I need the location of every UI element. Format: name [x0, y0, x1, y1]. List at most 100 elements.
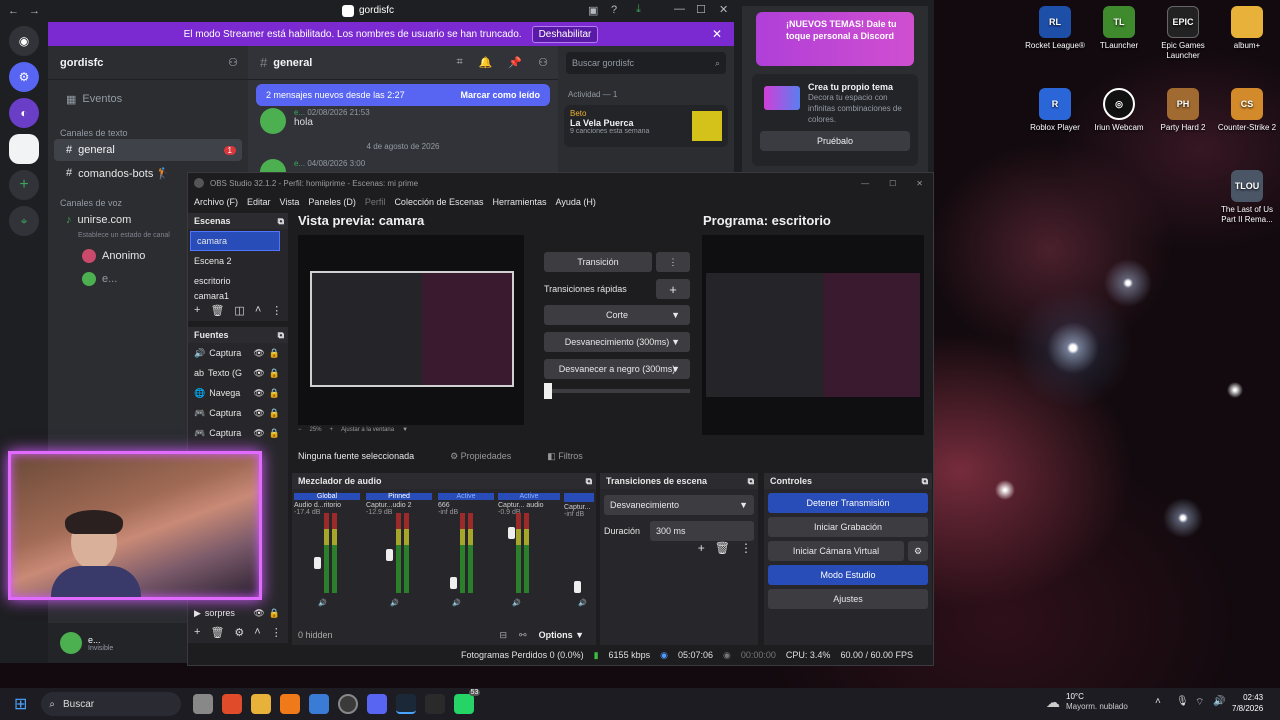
events-item[interactable]: ▦ Eventos — [54, 88, 242, 110]
stop-streaming-button[interactable]: Detener Transmisión — [768, 493, 928, 513]
server-icon-gordisfc[interactable] — [9, 134, 39, 164]
t-bar[interactable] — [544, 389, 690, 393]
t-bar-handle[interactable] — [544, 383, 552, 399]
zoom-in-icon[interactable]: + — [330, 427, 334, 433]
desktop-icon-last-of-us[interactable]: TLOU The Last of Us Part II Rema... — [1216, 170, 1278, 225]
close-icon[interactable]: ✕ — [916, 179, 923, 188]
discord-icon[interactable] — [367, 694, 388, 714]
forward-arrow-icon[interactable]: → — [29, 5, 40, 17]
download-icon[interactable]: ⤓ — [636, 3, 641, 16]
wifi-icon[interactable]: ⌔ — [1195, 696, 1204, 709]
try-theme-button[interactable]: Pruébalo — [760, 131, 910, 151]
filters-button[interactable]: ◧ Filtros — [547, 451, 583, 462]
transition-button[interactable]: Transición — [544, 252, 652, 272]
start-recording-button[interactable]: Iniciar Grabación — [768, 517, 928, 537]
brave-icon[interactable] — [222, 694, 243, 714]
back-arrow-icon[interactable]: ← — [8, 5, 19, 17]
close-icon[interactable]: ✕ — [719, 3, 728, 16]
lock-icon[interactable]: 🔒 — [269, 608, 280, 619]
volume-slider[interactable] — [508, 527, 515, 539]
eye-icon[interactable]: 👁 — [253, 348, 264, 359]
lock-icon[interactable]: 🔒 — [269, 348, 280, 359]
source-item[interactable]: ▶ sorpres 👁 🔒 — [188, 603, 288, 623]
weather-widget[interactable]: ☁ 10°C Mayorm. nublado — [1046, 692, 1128, 712]
trash-icon[interactable]: 🗑 — [210, 304, 224, 317]
lock-icon[interactable]: 🔒 — [269, 368, 280, 379]
add-icon[interactable]: + — [194, 626, 200, 638]
undock-icon[interactable]: ⧉ — [586, 476, 592, 487]
menu-perfil[interactable]: Perfil — [365, 197, 386, 207]
speaker-icon[interactable]: 🔊 — [578, 599, 587, 607]
properties-button[interactable]: ⚙ Propiedades — [450, 451, 511, 462]
scene-item[interactable]: camara1 — [188, 291, 288, 301]
link-icon[interactable]: ⚯ — [519, 630, 527, 641]
text-category[interactable]: Canales de texto — [48, 128, 248, 138]
server-icon-1[interactable]: ⚙ — [9, 62, 39, 92]
menu-ayuda[interactable]: Ayuda (H) — [556, 197, 596, 207]
eye-icon[interactable]: 👁 — [253, 388, 264, 399]
desktop-icon-epic-games[interactable]: EPIC Epic Games Launcher — [1152, 6, 1214, 61]
zoom-out-icon[interactable]: − — [298, 427, 302, 433]
activity-card[interactable]: Beto La Vela Puerca 9 canciones esta sem… — [564, 105, 728, 147]
desktop-icon-party-hard[interactable]: PH Party Hard 2 — [1152, 88, 1214, 133]
inbox-icon[interactable]: ▣ — [588, 4, 598, 17]
scene-item[interactable]: Escena 2 — [188, 251, 288, 271]
filter-icon[interactable]: ◫ — [234, 304, 244, 317]
speaker-icon[interactable]: 🔊 — [512, 599, 521, 607]
duration-stepper[interactable]: 300 ms — [650, 521, 755, 541]
store-icon[interactable] — [309, 694, 330, 714]
speaker-icon[interactable]: 🔊 — [318, 599, 327, 607]
scene-item[interactable]: escritorio — [188, 271, 288, 291]
microphone-icon[interactable]: 🎙 — [1176, 696, 1189, 707]
desktop-icon-iriun[interactable]: ◎ Iriun Webcam — [1088, 88, 1150, 133]
volume-slider[interactable] — [386, 549, 393, 561]
menu-editar[interactable]: Editar — [247, 197, 271, 207]
undock-icon[interactable]: ⧉ — [278, 330, 284, 341]
source-item[interactable]: 🎮 Captura 👁 🔒 — [188, 423, 288, 443]
add-member-icon[interactable]: ⚇ — [228, 56, 238, 69]
new-themes-promo[interactable]: ¡NUEVOS TEMAS! Dale tu toque personal a … — [756, 12, 914, 66]
quick-transition-fade-black[interactable]: Desvanecer a negro (300ms) ▼ — [544, 359, 690, 379]
task-view-icon[interactable] — [193, 694, 214, 714]
source-item[interactable]: 🎮 Captura 👁 🔒 — [188, 403, 288, 423]
obs-icon[interactable] — [338, 694, 359, 714]
avatar[interactable] — [60, 632, 82, 654]
options-button[interactable]: Options ▼ — [539, 630, 584, 640]
preview-canvas[interactable] — [298, 235, 524, 425]
transition-more-icon[interactable]: ⋮ — [656, 252, 690, 272]
whatsapp-icon[interactable]: 53 — [454, 689, 481, 714]
desktop-icon-album[interactable]: album+ — [1216, 6, 1278, 51]
studio-mode-button[interactable]: Modo Estudio — [768, 565, 928, 585]
members-icon[interactable]: ⚇ — [538, 56, 548, 69]
discord-home-icon[interactable]: ◉ — [9, 26, 39, 56]
layout-icon[interactable]: ⊟ — [499, 630, 507, 641]
server-name[interactable]: gordisfc — [60, 57, 103, 69]
desktop-icon-roblox[interactable]: R Roblox Player — [1024, 88, 1086, 133]
volume-slider[interactable] — [314, 557, 321, 569]
more-icon[interactable]: ⋮ — [271, 304, 282, 317]
up-icon[interactable]: ˄ — [254, 626, 260, 638]
avatar[interactable] — [260, 108, 286, 134]
tray-chevron-icon[interactable]: ˄ — [1155, 696, 1161, 707]
undock-icon[interactable]: ⧉ — [922, 476, 928, 487]
menu-coleccion[interactable]: Colección de Escenas — [394, 197, 483, 207]
eye-icon[interactable]: 👁 — [253, 428, 264, 439]
add-quick-transition-icon[interactable]: + — [656, 279, 690, 299]
windows-start-icon[interactable]: ⊞ — [14, 694, 27, 714]
file-explorer-icon[interactable] — [251, 694, 272, 714]
quick-transition-fade[interactable]: Desvanecimiento (300ms) ▼ — [544, 332, 690, 352]
threads-icon[interactable]: ⌗ — [457, 56, 463, 69]
eye-icon[interactable]: 👁 — [253, 408, 264, 419]
menu-paneles[interactable]: Paneles (D) — [308, 197, 356, 207]
explore-icon[interactable]: ⌖ — [9, 206, 39, 236]
trash-icon[interactable]: 🗑 — [210, 626, 224, 639]
chevron-down-icon[interactable]: ▼ — [402, 427, 408, 433]
steam-icon[interactable] — [396, 694, 417, 714]
pin-icon[interactable]: 📌 — [508, 56, 522, 69]
lock-icon[interactable]: 🔒 — [269, 428, 280, 439]
speaker-icon[interactable]: 🔊 — [390, 599, 399, 607]
search-input[interactable]: Buscar gordisfc ⌕ — [566, 52, 726, 74]
undock-icon[interactable]: ⧉ — [748, 476, 754, 487]
lock-icon[interactable]: 🔒 — [269, 388, 280, 399]
disable-streamer-button[interactable]: Deshabilitar — [531, 25, 599, 43]
